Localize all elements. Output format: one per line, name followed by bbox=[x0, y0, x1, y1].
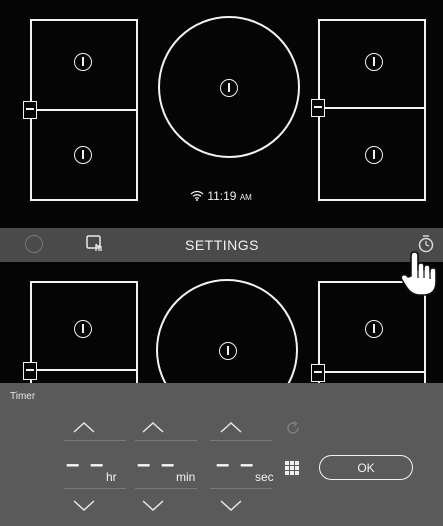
hours-value[interactable]: – – bbox=[66, 453, 105, 477]
seconds-top-separator bbox=[210, 440, 272, 441]
power-icon[interactable] bbox=[25, 235, 43, 253]
minutes-value[interactable]: – – bbox=[137, 453, 176, 477]
seconds-bottom-separator bbox=[210, 488, 272, 489]
right-front-zone-power-icon[interactable] bbox=[365, 146, 383, 164]
wifi-icon bbox=[190, 190, 204, 201]
right-bridge-icon[interactable] bbox=[311, 364, 325, 382]
right-zone-divider bbox=[318, 371, 426, 373]
keypad-icon[interactable] bbox=[285, 461, 299, 475]
right-rear-zone-power-icon[interactable] bbox=[365, 320, 383, 338]
hours-up-chevron-icon[interactable] bbox=[73, 421, 95, 433]
lock-icon[interactable] bbox=[85, 234, 105, 254]
seconds-down-chevron-icon[interactable] bbox=[220, 500, 242, 512]
hours-top-separator bbox=[64, 440, 126, 441]
seconds-up-chevron-icon[interactable] bbox=[220, 421, 242, 433]
settings-label[interactable]: SETTINGS bbox=[172, 237, 272, 253]
left-bridge-icon[interactable] bbox=[23, 362, 37, 380]
right-rear-zone-power-icon[interactable] bbox=[365, 53, 383, 71]
left-rear-zone-power-icon[interactable] bbox=[74, 53, 92, 71]
center-zone-power-icon[interactable] bbox=[220, 79, 238, 97]
clock-time: 11:19 bbox=[207, 189, 237, 203]
hours-bottom-separator bbox=[64, 488, 126, 489]
hours-unit: hr bbox=[106, 470, 117, 484]
ok-button[interactable]: OK bbox=[319, 455, 413, 480]
cooktop-panel-top: 11:19 AM bbox=[0, 0, 443, 228]
left-rear-zone-power-icon[interactable] bbox=[74, 320, 92, 338]
left-bridge-icon[interactable] bbox=[23, 101, 37, 119]
left-zone-divider bbox=[30, 369, 138, 371]
settings-bar: SETTINGS bbox=[0, 228, 443, 262]
minutes-down-chevron-icon[interactable] bbox=[142, 500, 164, 512]
minutes-top-separator bbox=[135, 440, 197, 441]
minutes-up-chevron-icon[interactable] bbox=[142, 421, 164, 433]
seconds-value[interactable]: – – bbox=[216, 453, 255, 477]
right-bridge-icon[interactable] bbox=[311, 99, 325, 117]
minutes-bottom-separator bbox=[135, 488, 197, 489]
clock-display: 11:19 AM bbox=[190, 189, 252, 203]
left-zone-divider bbox=[30, 109, 138, 111]
timer-title: Timer bbox=[10, 391, 36, 402]
right-zone-divider bbox=[318, 107, 426, 109]
clock-ampm: AM bbox=[239, 193, 252, 202]
hours-down-chevron-icon[interactable] bbox=[73, 500, 95, 512]
hand-pointer-icon bbox=[400, 251, 437, 296]
minutes-unit: min bbox=[176, 470, 196, 484]
left-front-zone-power-icon[interactable] bbox=[74, 146, 92, 164]
center-zone-power-icon[interactable] bbox=[219, 342, 237, 360]
right-zone-outline bbox=[318, 19, 426, 201]
seconds-unit: sec bbox=[255, 470, 274, 484]
reset-icon[interactable] bbox=[285, 420, 301, 436]
